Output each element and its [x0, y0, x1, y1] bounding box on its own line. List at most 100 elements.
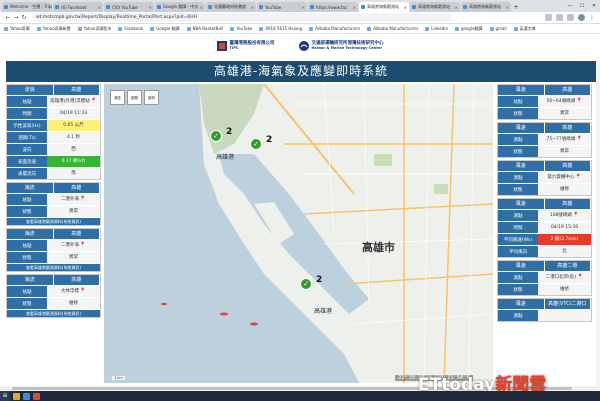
browser-tab[interactable]: 花蓮縣政府秘書處 ✕: [206, 2, 256, 12]
bookmark-icon: [489, 26, 494, 31]
forward-icon[interactable]: →: [12, 14, 20, 21]
map-legend-button[interactable]: 圖例: [144, 90, 159, 105]
browser-tab[interactable]: (50) YouTube ✕: [104, 2, 154, 12]
reload-icon[interactable]: ↻: [20, 14, 28, 21]
bookmark-item[interactable]: Google 翻譯: [150, 26, 180, 32]
start-icon[interactable]: ⊞: [0, 391, 10, 401]
bookmark-item[interactable]: 英漢字典: [513, 26, 536, 32]
station-area-label: 高雄: [544, 199, 591, 209]
station-card: 海流 高雄 站點 二港外海 📍 狀態 異常 查看高雄港觀測資料(系統資訊): [6, 228, 101, 272]
file-explorer-icon[interactable]: [13, 392, 20, 400]
station-field-value: 二港口北岸(危) 📍: [538, 272, 591, 283]
browser-tab[interactable]: 高雄港海象觀測站 ✕: [461, 2, 511, 12]
bookmark-item[interactable]: NBA BasketBall: [186, 26, 223, 31]
minimize-button[interactable]: —: [564, 0, 576, 12]
bookmark-icon: [513, 26, 518, 31]
extension-icon[interactable]: [545, 14, 552, 21]
map-port-button[interactable]: 港區: [110, 90, 125, 105]
station-cluster-marker-port[interactable]: ✓: [250, 138, 262, 150]
browser-tab[interactable]: Google 翻譯 - 中文 ✕: [155, 2, 205, 12]
menu-icon[interactable]: ⋮: [589, 14, 596, 21]
back-icon[interactable]: ←: [4, 14, 12, 21]
window-controls: — ☐ ✕: [564, 0, 600, 12]
browser-tab[interactable]: Welcome - 空運 - Tripit✕: [2, 2, 52, 12]
station-card: 波浪 高雄 站點 高雄港(外港)浮標站 📍 時間 04/19 11:33 示性波高(Hs) 0.…: [6, 84, 101, 180]
location-pin-icon[interactable]: 📍: [91, 99, 97, 104]
bookmark-item[interactable]: Yahoo奇摩新聞: [36, 25, 71, 32]
url-input[interactable]: wt.motcmpb.gov.tw/Report/Display/Realtim…: [32, 13, 452, 22]
location-pin-icon[interactable]: 📍: [80, 197, 86, 202]
location-pin-icon[interactable]: 📍: [573, 213, 579, 218]
station-cluster-marker-north[interactable]: ✓: [210, 130, 222, 142]
close-tab-icon[interactable]: ✕: [149, 5, 152, 10]
station-field-value: 04/19 11:33: [47, 108, 100, 119]
bookmark-label: Yahoo奇摩新聞: [42, 25, 71, 31]
location-pin-icon[interactable]: 📍: [80, 243, 86, 248]
bookmark-item[interactable]: YouTube: [230, 26, 252, 31]
station-field-text: 高雄港(外港)浮標站: [50, 99, 90, 104]
station-detail-link[interactable]: 查看高雄港觀測資料(系統資訊): [7, 263, 100, 271]
station-area-label: 高雄: [53, 85, 100, 95]
close-tab-icon[interactable]: ✕: [404, 5, 407, 10]
bookmark-icon: [425, 26, 430, 31]
bookmark-item[interactable]: Yahoo奇摩股市: [77, 26, 111, 32]
bookmark-item[interactable]: Yahoo奇摩: [4, 26, 30, 32]
vertical-scrollbar[interactable]: [596, 58, 600, 386]
bookmark-item[interactable]: google翻譯: [454, 25, 483, 32]
bookmark-item[interactable]: Linkedin: [425, 26, 448, 31]
station-field-label: 時間: [498, 222, 538, 233]
map-canvas[interactable]: [104, 84, 493, 383]
location-pin-icon[interactable]: 📍: [80, 289, 86, 294]
browser-tab[interactable]: 高雄港海象觀測站 ✕: [410, 2, 460, 12]
bookmarks-bar: Yahoo奇摩 Yahoo奇摩新聞 Yahoo奇摩股市 Facebook Google …: [0, 24, 600, 34]
station-field-row: 站點 高雄港(外港)浮標站 📍: [7, 95, 100, 107]
bookmark-label: Yahoo奇摩: [10, 25, 30, 31]
new-tab-button[interactable]: +: [512, 2, 520, 12]
location-pin-icon[interactable]: 📍: [575, 175, 581, 180]
browser-tab[interactable]: (6) Facebook ✕: [53, 2, 103, 12]
bookmark-icon: [118, 26, 123, 31]
browser-icon[interactable]: [23, 392, 30, 400]
close-tab-icon[interactable]: ✕: [251, 5, 254, 10]
location-pin-icon[interactable]: 📍: [577, 275, 583, 280]
station-field-row: 狀態 維修: [498, 283, 591, 295]
extension-icon[interactable]: [556, 14, 563, 21]
station-card-header: 風速 高雄: [498, 85, 591, 95]
bookmark-item[interactable]: gmail: [489, 26, 507, 31]
map-layer-button[interactable]: 圖層: [127, 90, 142, 105]
station-detail-link[interactable]: 查看高雄港觀測資料(系統資訊): [7, 309, 100, 317]
station-field-row: 示性波高(Hs) 0.65 公尺: [7, 119, 100, 131]
station-detail-link[interactable]: 查看高雄港觀測資料(系統資訊): [7, 217, 100, 225]
profile-icon[interactable]: [578, 14, 585, 21]
close-tab-icon[interactable]: ✕: [506, 5, 509, 10]
bookmark-item[interactable]: Facebook: [118, 26, 143, 31]
port-map[interactable]: 港區 圖層 圖例 ✓ 2 ✓ 2 ✓ 2 高雄港 高雄港 高雄市 1 km 22…: [104, 84, 493, 383]
bookmark-item[interactable]: 0918 5615 Hsiang: [259, 26, 302, 31]
close-tab-icon[interactable]: ✕: [200, 5, 203, 10]
station-field-row: 表面流速 0.17 節(kt): [7, 155, 100, 167]
maximize-button[interactable]: ☐: [576, 0, 588, 12]
station-field-label: 狀態: [498, 184, 538, 195]
browser-tab[interactable]: https://www.fac ✕: [308, 2, 358, 12]
browser-tab[interactable]: 高雄港海象觀測站 ✕: [359, 2, 409, 12]
close-tab-icon[interactable]: ✕: [302, 5, 305, 10]
close-tab-icon[interactable]: ✕: [455, 5, 458, 10]
ihmt-logo: 交通部運輸研究所港灣技術研究中心 Harbor & Marine Technol…: [298, 41, 384, 51]
close-tab-icon[interactable]: ✕: [353, 5, 356, 10]
location-pin-icon[interactable]: 📍: [576, 99, 582, 104]
close-tab-icon[interactable]: ✕: [98, 5, 101, 10]
close-window-button[interactable]: ✕: [588, 0, 600, 12]
bookmark-item[interactable]: Alibaba Manufacturers: [309, 26, 360, 31]
station-field-row: 站點 二港外海 📍: [7, 193, 100, 205]
station-field-value: 0.17 節(kt): [47, 156, 100, 167]
station-cluster-marker-south[interactable]: ✓: [300, 278, 312, 290]
station-field-row: 波向 西: [7, 143, 100, 155]
app-icon[interactable]: [33, 392, 40, 400]
bookmark-item[interactable]: Alibaba Manufacturers: [367, 26, 418, 31]
bookmark-label: google翻譯: [460, 25, 483, 31]
browser-tab[interactable]: YouTube ✕: [257, 2, 307, 12]
location-pin-icon[interactable]: 📍: [576, 137, 582, 142]
extension-icon[interactable]: [567, 14, 574, 21]
station-area-label: 高雄: [53, 183, 100, 193]
station-type-label: 海流: [7, 183, 54, 193]
